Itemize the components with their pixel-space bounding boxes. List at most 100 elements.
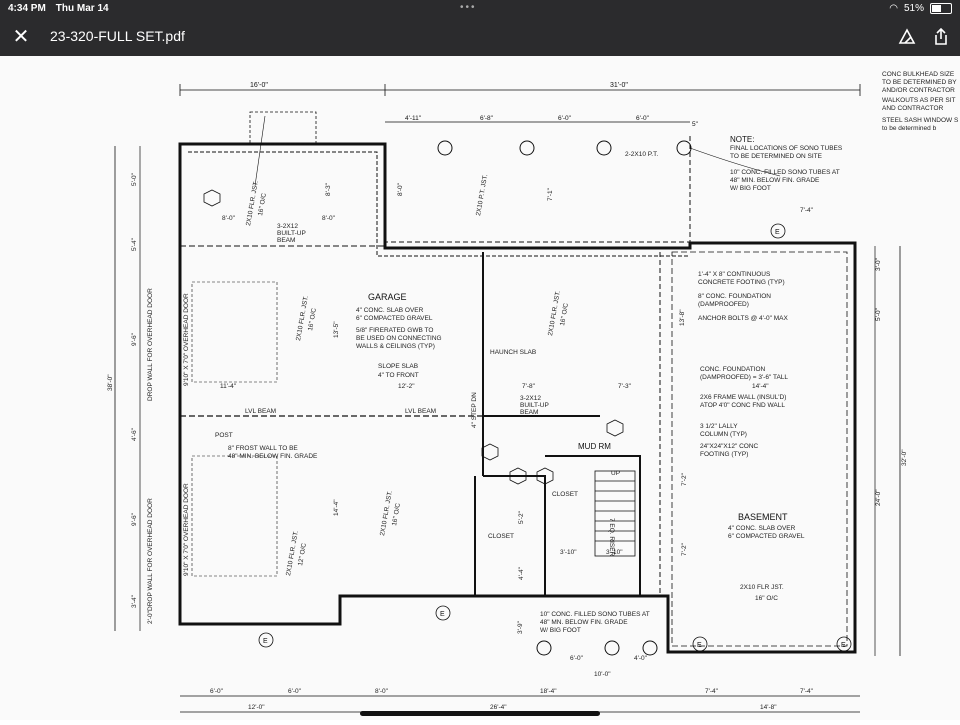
left-dim-2: 5'-4" [131,237,138,251]
grid-marker-e-2: E [440,611,445,618]
basement-title: BASEMENT [738,512,788,522]
basement-joist: 2X10 FLR JST. [740,584,784,591]
mud-room-label: MUD RM [578,442,611,451]
left-dim-1: 5'-0" [131,172,138,186]
basement-note-9: ATOP 4'0" CONC FND WALL [700,402,785,409]
sono-note-bottom-1: 10" CONC. FILLED SONO TUBES AT [540,611,650,618]
right-note-1: CONC BULKHEAD SIZE [882,71,955,78]
inner-dim-10: 7'-3" [618,383,632,390]
oc-16-b: 16" O/C [391,502,402,526]
grid-marker-e-3: E [697,642,702,649]
basement-note-1: 1'-4" X 8" CONTINUOUS [698,271,771,278]
inner-dim-16: 3'-10" [560,549,577,556]
status-date: Thu Mar 14 [55,3,109,14]
markup-pen-icon[interactable] [896,26,918,48]
inner-dim-9: 7'-8" [522,383,536,390]
right-note-2: TO BE DETERMINED BY [882,79,957,86]
share-icon[interactable] [930,26,952,48]
note-line-1: FINAL LOCATIONS OF SONO TUBES [730,145,843,152]
dim-top-left: 16'-0" [250,82,268,89]
pt-joist: 2X10 P.T. JST. [475,174,489,217]
basement-note-3: 8" CONC. FOUNDATION [698,293,771,300]
battery-icon [930,3,952,14]
drop-wall-1: DROP WALL FOR OVERHEAD DOOR [147,288,154,401]
step-down: 4" STEP DN [471,392,478,428]
grid-marker-e-1: E [263,638,268,645]
right-dim-2: 5'-0" [875,307,882,321]
dim-top-sub-3: 6'-0" [558,115,572,122]
basement-slab-2: 6" COMPACTED GRAVEL [728,533,805,540]
inner-dim-6: 13'-5" [333,321,340,338]
inner-dim-20: 7'-4" [800,207,814,214]
left-dim-4: 4'-6" [131,427,138,441]
garage-title: GARAGE [368,292,407,302]
multitask-dots[interactable]: ••• [460,2,477,13]
grid-marker-e-5: E [775,229,780,236]
basement-note-6: CONC. FOUNDATION [700,366,766,373]
inner-dim-13: 14'-4" [333,499,340,516]
inner-dim-12: 13'-8" [679,309,686,326]
basement-note-4: (DAMPROOFED) [698,301,749,308]
dim-top-sub-2: 6'-8" [480,115,494,122]
right-dim-3: 32'-0" [901,449,908,466]
right-dim-4: 24'-0" [875,489,882,506]
basement-note-13: FOOTING (TYP) [700,451,748,458]
built-up-2: BUILT-UP [520,402,549,409]
sono-note-top-3: W/ BIG FOOT [730,185,771,192]
inner-dim-11: 14'-4" [752,383,769,390]
status-time: 4:34 PM [8,3,46,14]
bottom-dim-3: 8'-0" [375,688,389,695]
close-icon[interactable]: ✕ [10,26,32,48]
garage-slope-1: SLOPE SLAB [378,363,418,370]
garage-slope-2: 4" TO FRONT [378,372,419,379]
note-line-2: TO BE DETERMINED ON SITE [730,153,823,160]
sono-note-top-1: 10" CONC. FILLED SONO TUBES AT [730,169,840,176]
left-dim-7: 2'-0" [147,610,154,624]
post-label: POST [215,432,233,439]
left-dim-3: 9'-6" [131,332,138,346]
dim-top-sub-4: 6'-0" [636,115,650,122]
built-up-top-1: 3-2X12 [277,223,298,230]
sono-note-top-2: 48" MIN. BELOW FIN. GRADE [730,177,820,184]
status-bar: 4:34 PM Thu Mar 14 ••• ◠ 51% [0,0,960,18]
right-note-6: STEEL SASH WINDOW S [882,117,959,124]
inner-dim-15: 4'-4" [518,566,525,580]
basement-note-12: 24"X24"X12" CONC [700,443,759,450]
battery-percent: 51% [903,3,924,14]
closet-label-1: CLOSET [552,491,578,498]
bottom-dim-2: 6'-0" [288,688,302,695]
inner-dim-8: 11'-4" [220,383,237,390]
overhead-door-1: 9'10" X 7'0" OVERHEAD DOOR [183,293,190,386]
basement-oc: 16" O/C [755,595,778,602]
built-up-top-2: BUILT-UP [277,230,306,237]
lvl-beam-center: LVL BEAM [405,408,436,415]
pdf-page[interactable]: 16'-0" 31'-0" 4'-11" 6'-8" 6'-0" 6'-0" 5… [0,56,960,720]
bottom-total-2: 26'-4" [490,704,507,711]
floor-plan-drawing: 16'-0" 31'-0" 4'-11" 6'-8" 6'-0" 6'-0" 5… [107,71,959,713]
right-note-4: WALKOUTS AS PER SIT [882,97,955,104]
dim-top-sub-5: 5" [692,121,699,128]
lvl-beam-left: LVL BEAM [245,408,276,415]
inner-dim-4: 8'-0" [397,182,404,196]
home-indicator[interactable] [360,711,600,716]
basement-slab-1: 4" CONC. SLAB OVER [728,525,796,532]
inner-dim-2: 8'-0" [222,215,236,222]
dim-top-right: 31'-0" [610,82,628,89]
inner-dim-24: 3'-9" [517,620,524,634]
inner-dim-3: 8'-0" [322,215,336,222]
inner-dim-7: 12'-2" [398,383,415,390]
built-up-top-3: BEAM [277,237,295,244]
built-up-1: 3-2X12 [520,395,541,402]
bottom-dim-5: 7'-4" [705,688,719,695]
basement-note-8: 2X6 FRAME WALL (INSUL'D) [700,394,786,401]
oc-12: 12" O/C [297,542,308,566]
note-heading: NOTE: [730,135,754,144]
wifi-icon: ◠ [889,3,898,14]
stair-up: UP [611,470,620,477]
garage-gwb-3: WALLS & CEILINGS (TYP) [356,343,435,350]
pt-beam-label: 2-2X10 P.T. [625,151,658,158]
inner-dim-14: 5'-2" [518,510,525,524]
right-note-3: AND/OR CONTRACTOR [882,87,955,94]
bottom-dim-1: 6'-0" [210,688,224,695]
dim-top-sub-1: 4'-11" [405,115,422,122]
